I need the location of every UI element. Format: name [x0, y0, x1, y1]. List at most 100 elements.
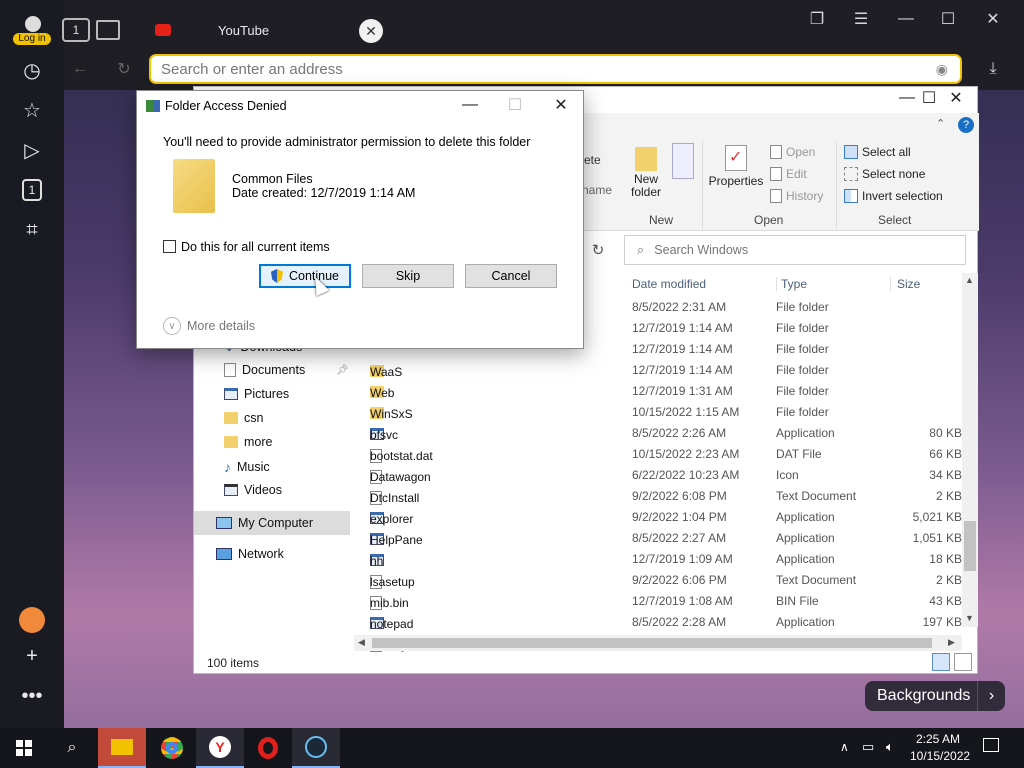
refresh-icon[interactable]: ↻	[586, 239, 610, 263]
screenshot-icon[interactable]: ⌗	[16, 214, 48, 246]
dialog-close-icon[interactable]: ✕	[538, 91, 584, 119]
file-row[interactable]: HelpPane 8/5/2022 2:27 AM Application 1,051…	[370, 528, 962, 549]
home-tab-icon[interactable]: 1	[62, 18, 90, 42]
camera-search-icon[interactable]: ◉	[936, 61, 948, 78]
open-button[interactable]: Open	[770, 145, 815, 159]
file-row[interactable]: explorer 9/2/2022 1:04 PM Application 5,021…	[370, 507, 962, 528]
edit-button[interactable]: Edit	[770, 167, 807, 181]
back-icon[interactable]: ←	[68, 58, 92, 80]
close-tab-button[interactable]: ✕	[359, 19, 383, 43]
continue-button[interactable]: Continue	[259, 264, 351, 288]
dialog-minimize-icon[interactable]: —	[447, 91, 493, 119]
vertical-scrollbar[interactable]: ▲ ▼	[962, 273, 978, 627]
login-button[interactable]: Log in	[13, 16, 51, 46]
type-column-header[interactable]: Type	[776, 277, 807, 291]
address-input[interactable]	[161, 60, 921, 78]
ribbon-collapse-icon[interactable]: ⌃	[936, 117, 945, 130]
help-icon[interactable]: ?	[958, 117, 974, 133]
file-type: Application	[776, 552, 835, 566]
new-items-icon[interactable]	[672, 143, 694, 179]
file-row[interactable]: bootstat.dat 10/15/2022 2:23 AM DAT File 66…	[370, 444, 962, 465]
file-row[interactable]: mib.bin 12/7/2019 1:08 AM BIN File 43 KB	[370, 591, 962, 612]
file-row[interactable]: WinSxS 10/15/2022 1:15 AM File folder	[370, 402, 962, 423]
mail-icon[interactable]	[16, 604, 48, 636]
nav-item-csn[interactable]: csn	[224, 411, 263, 425]
size-column-header[interactable]: Size	[890, 277, 920, 291]
scrollbar-thumb[interactable]	[964, 521, 976, 571]
maximize-icon[interactable]: ☐	[936, 8, 960, 30]
network-status-icon[interactable]: ▭	[862, 739, 874, 755]
scroll-right-icon[interactable]: ▶	[948, 637, 955, 648]
nav-item-network[interactable]: Network	[216, 547, 284, 561]
file-row[interactable]: bfsvc 8/5/2022 2:26 AM Application 80 KB	[370, 423, 962, 444]
backgrounds-button[interactable]: Backgrounds ›	[865, 681, 1005, 711]
file-row[interactable]: Datawagon 6/22/2022 10:23 AM Icon 34 KB	[370, 465, 962, 486]
history-button[interactable]: History	[770, 189, 823, 203]
large-icons-view-icon[interactable]	[954, 653, 972, 671]
explorer-close-icon[interactable]: ✕	[933, 84, 979, 112]
media-play-icon[interactable]: ▷	[16, 134, 48, 166]
date-column-header[interactable]: Date modified	[632, 277, 706, 291]
nav-item-more[interactable]: more	[224, 435, 272, 449]
bookmarks-icon[interactable]: ☆	[16, 94, 48, 126]
skip-button[interactable]: Skip	[362, 264, 454, 288]
rename-label[interactable]: name	[582, 183, 612, 197]
horizontal-scrollbar[interactable]: ◀ ▶	[354, 635, 962, 651]
cancel-button[interactable]: Cancel	[465, 264, 557, 288]
file-row[interactable]: notepad 8/5/2022 2:28 AM Application 197 KB	[370, 612, 962, 633]
new-folder-button[interactable]: New folder	[624, 143, 668, 213]
scroll-up-icon[interactable]: ▲	[965, 275, 974, 285]
taskbar-steam[interactable]	[292, 728, 340, 768]
address-bar[interactable]: ◉	[149, 54, 962, 84]
invert-selection-button[interactable]: Invert selection	[844, 189, 943, 203]
select-none-button[interactable]: Select none	[844, 167, 925, 181]
file-row[interactable]: lsasetup 9/2/2022 6:06 PM Text Document 2 K…	[370, 570, 962, 591]
apply-all-label[interactable]: Do this for all current items	[181, 240, 330, 254]
scroll-down-icon[interactable]: ▼	[965, 613, 974, 623]
taskbar-opera[interactable]	[244, 728, 292, 768]
volume-icon[interactable]: 🔈︎	[886, 739, 894, 755]
taskbar-yandex[interactable]: Y	[196, 728, 244, 768]
add-icon[interactable]: +	[16, 640, 48, 672]
clock-time[interactable]: 2:25 AM	[916, 732, 960, 746]
search-box[interactable]: ⌕	[624, 235, 966, 265]
nav-item-pictures[interactable]: Pictures	[224, 387, 289, 401]
search-taskbar-button[interactable]: ⌕	[48, 728, 96, 768]
reload-icon[interactable]: ↻	[112, 58, 136, 80]
history-icon[interactable]: ◷	[16, 54, 48, 86]
clock-date[interactable]: 10/15/2022	[910, 749, 970, 763]
select-all-button[interactable]: Select all	[844, 145, 911, 159]
search-input[interactable]	[654, 243, 935, 257]
file-row[interactable]: Web 12/7/2019 1:31 AM File folder	[370, 381, 962, 402]
nav-item-my-computer[interactable]: My Computer	[194, 511, 350, 535]
taskbar-file-explorer[interactable]	[98, 728, 146, 768]
nav-item-documents[interactable]: Documents 📌︎	[224, 363, 349, 377]
close-window-icon[interactable]: ✕	[981, 8, 1005, 30]
properties-button[interactable]: ✓ Properties	[708, 143, 764, 213]
status-item-count: 100 items	[207, 656, 260, 670]
new-tab-group-icon[interactable]	[96, 20, 120, 40]
apply-all-checkbox[interactable]	[163, 240, 176, 253]
notifications-icon[interactable]	[983, 738, 999, 752]
taskbar-chrome[interactable]	[148, 728, 196, 768]
hscrollbar-thumb[interactable]	[372, 638, 932, 648]
details-view-icon[interactable]	[932, 653, 950, 671]
more-details-toggle[interactable]: ∨ More details	[163, 317, 255, 335]
download-icon[interactable]: ⤓	[981, 58, 1005, 80]
menu-icon[interactable]: ☰	[849, 8, 873, 30]
nav-item-music[interactable]: ♪ Music	[224, 459, 270, 475]
tab-counter-icon[interactable]: 1	[16, 174, 48, 206]
show-hidden-icons[interactable]: ∧	[840, 740, 849, 754]
minimize-icon[interactable]: —	[894, 8, 918, 30]
explorer-maximize-icon[interactable]: ☐	[886, 84, 936, 112]
nav-item-videos[interactable]: Videos	[224, 483, 282, 497]
bookmarks-panel-icon[interactable]: ❐	[805, 8, 829, 30]
more-icon[interactable]: •••	[16, 680, 48, 712]
delete-label[interactable]: ete	[584, 153, 601, 167]
file-row[interactable]: DtcInstall 9/2/2022 6:08 PM Text Document 2…	[370, 486, 962, 507]
file-row[interactable]: WaaS 12/7/2019 1:14 AM File folder	[370, 360, 962, 381]
youtube-tab[interactable]: YouTube	[145, 16, 355, 46]
start-button[interactable]	[0, 728, 48, 768]
file-row[interactable]: hh 12/7/2019 1:09 AM Application 18 KB	[370, 549, 962, 570]
scroll-left-icon[interactable]: ◀	[358, 637, 365, 648]
